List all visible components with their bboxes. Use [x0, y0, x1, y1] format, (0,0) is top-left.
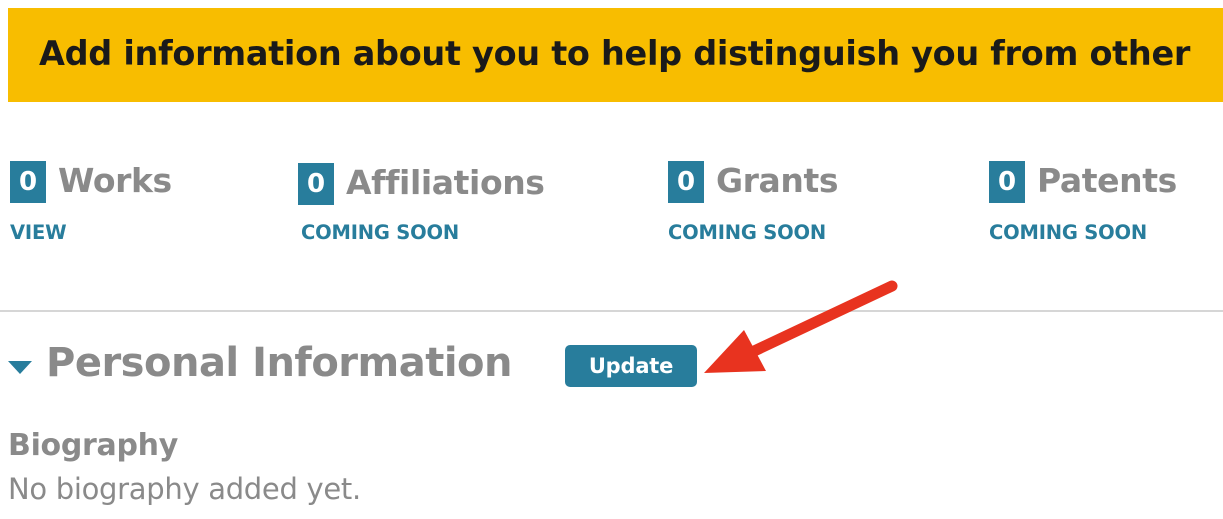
- personal-information-title: Personal Information: [46, 340, 513, 386]
- orcid-profile-page: Add information about you to help distin…: [0, 0, 1223, 519]
- works-view-link[interactable]: VIEW: [10, 221, 67, 244]
- section-divider: [0, 310, 1223, 312]
- banner-text: Add information about you to help distin…: [39, 34, 1191, 73]
- works-count-badge: 0: [10, 161, 46, 203]
- patents-label: Patents: [1037, 161, 1177, 200]
- grants-label: Grants: [716, 161, 839, 200]
- grants-count-badge: 0: [668, 161, 704, 203]
- affiliations-coming-soon-link: COMING SOON: [301, 221, 459, 244]
- red-arrow-annotation-icon: [704, 280, 898, 373]
- patents-coming-soon-link: COMING SOON: [989, 221, 1147, 244]
- caret-down-icon[interactable]: [8, 361, 32, 374]
- info-banner: Add information about you to help distin…: [8, 8, 1223, 102]
- works-label: Works: [58, 161, 172, 200]
- patents-count-badge: 0: [989, 161, 1025, 203]
- grants-coming-soon-link: COMING SOON: [668, 221, 826, 244]
- biography-text: No biography added yet.: [8, 472, 361, 506]
- affiliations-label: Affiliations: [346, 163, 545, 202]
- biography-heading: Biography: [8, 428, 178, 463]
- affiliations-count-badge: 0: [298, 163, 334, 205]
- update-button[interactable]: Update: [565, 345, 697, 387]
